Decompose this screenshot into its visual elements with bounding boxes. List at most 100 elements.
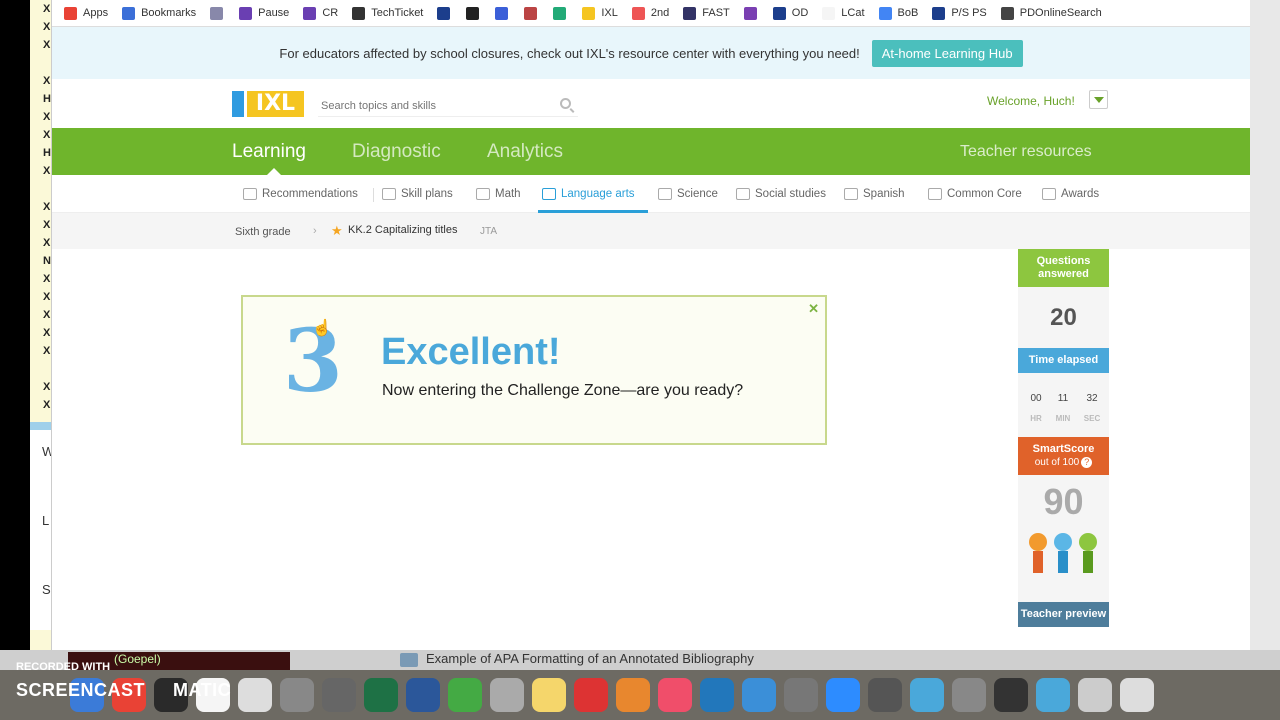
time-elapsed-label: Time elapsed xyxy=(1018,348,1109,373)
bg-char: X xyxy=(43,3,51,15)
doc-icon xyxy=(631,6,645,20)
subnav-recommendations[interactable]: Recommendations xyxy=(243,188,358,200)
lc-icon xyxy=(822,6,836,20)
bg-char: X xyxy=(43,165,51,177)
search-icon[interactable] xyxy=(560,98,571,109)
bg-side-letter: L xyxy=(42,513,50,528)
bookmark-label: 2nd xyxy=(650,7,670,19)
logo-bar xyxy=(232,91,244,117)
dock-app-icon[interactable] xyxy=(532,678,566,712)
blue-ribbon-icon xyxy=(1054,533,1072,573)
timer-hours: 00 xyxy=(1030,393,1042,404)
dock-app-icon[interactable] xyxy=(364,678,398,712)
science-icon xyxy=(658,188,672,200)
bookmark-6[interactable] xyxy=(437,6,456,20)
subnav-label: Recommendations xyxy=(262,188,358,200)
teacher-preview-button[interactable]: Teacher preview xyxy=(1018,602,1109,627)
bookmark-13[interactable]: FAST xyxy=(683,6,730,20)
subnav-math[interactable]: Math xyxy=(476,188,521,200)
dock-app-icon[interactable] xyxy=(490,678,524,712)
dock-app-icon[interactable] xyxy=(910,678,944,712)
close-icon[interactable]: ✕ xyxy=(808,301,819,317)
welcome-text[interactable]: Welcome, Huch! xyxy=(987,94,1075,108)
brand-suffix: MATIC xyxy=(173,680,232,700)
nav-learning[interactable]: Learning xyxy=(232,141,306,163)
bg-char: X xyxy=(43,21,51,33)
dock-app-icon[interactable] xyxy=(238,678,272,712)
bookmark-15[interactable]: OD xyxy=(772,6,808,20)
nav-analytics[interactable]: Analytics xyxy=(487,141,563,163)
bookmark-12[interactable]: 2nd xyxy=(631,6,670,20)
dock-app-icon[interactable] xyxy=(574,678,608,712)
bg-char: X xyxy=(43,291,51,303)
bookmark-8[interactable] xyxy=(495,6,514,20)
dock-app-icon[interactable] xyxy=(616,678,650,712)
bookmark-label: FAST xyxy=(702,7,730,19)
breadcrumb-grade[interactable]: Sixth grade xyxy=(235,226,291,238)
subnav-spanish[interactable]: Spanish xyxy=(844,188,905,200)
bookmark-0[interactable]: Apps xyxy=(64,6,108,20)
bookmark-label: P/S PS xyxy=(951,7,987,19)
dock-app-icon[interactable] xyxy=(952,678,986,712)
bookmark-2[interactable] xyxy=(210,6,229,20)
dock-app-icon[interactable] xyxy=(700,678,734,712)
bg-char: X xyxy=(43,237,51,249)
dock-app-icon[interactable] xyxy=(448,678,482,712)
bg-divider xyxy=(30,422,51,430)
help-icon[interactable]: ? xyxy=(1081,457,1093,468)
bookmark-9[interactable] xyxy=(524,6,543,20)
bg-char: X xyxy=(43,327,51,339)
dock-app-icon[interactable] xyxy=(1036,678,1070,712)
account-dropdown-icon[interactable] xyxy=(1089,90,1108,109)
subnav-skill-plans[interactable]: Skill plans xyxy=(382,188,453,200)
search-input[interactable] xyxy=(318,95,578,117)
right-edge xyxy=(1250,0,1280,660)
bookmark-5[interactable]: TechTicket xyxy=(352,6,423,20)
microscope-icon xyxy=(210,6,224,20)
dock-app-icon[interactable] xyxy=(742,678,776,712)
dock-app-icon[interactable] xyxy=(1078,678,1112,712)
ixl-logo[interactable]: IXL xyxy=(232,91,304,117)
dock-app-icon[interactable] xyxy=(406,678,440,712)
subnav-common-core[interactable]: Common Core xyxy=(928,188,1022,200)
dock-app-icon[interactable] xyxy=(280,678,314,712)
bookmark-19[interactable]: PDOnlineSearch xyxy=(1000,6,1102,20)
p-icon xyxy=(932,6,946,20)
subnav-language-arts[interactable]: Language arts xyxy=(542,188,635,200)
dock-app-icon[interactable] xyxy=(784,678,818,712)
bookmark-10[interactable] xyxy=(553,6,572,20)
recommendations-icon xyxy=(243,188,257,200)
bookmark-1[interactable]: Bookmarks xyxy=(122,6,196,20)
apa-document-tab[interactable]: Example of APA Formatting of an Annotate… xyxy=(426,651,754,666)
bookmark-3[interactable]: Pause xyxy=(239,6,289,20)
bookmarks-bar: Apps Bookmarks Pause CR TechTicket IXL 2nd FAST… xyxy=(52,0,1250,27)
dock-app-icon[interactable] xyxy=(322,678,356,712)
bookmark-17[interactable]: BoB xyxy=(878,6,918,20)
nav-teacher-resources[interactable]: Teacher resources xyxy=(960,143,1092,161)
nav-diagnostic[interactable]: Diagnostic xyxy=(352,141,441,163)
smartscore-label[interactable]: SmartScore out of 100? xyxy=(1018,437,1109,475)
smartscore-value: 90 xyxy=(1043,481,1084,522)
dock-app-icon[interactable] xyxy=(868,678,902,712)
subnav-label: Spanish xyxy=(863,188,905,200)
learning-hub-button[interactable]: At-home Learning Hub xyxy=(871,39,1023,67)
dock-app-icon[interactable] xyxy=(1120,678,1154,712)
subnav-science[interactable]: Science xyxy=(658,188,718,200)
bg-char xyxy=(30,54,51,72)
bookmark-14[interactable] xyxy=(743,6,763,20)
dock-app-icon[interactable] xyxy=(658,678,692,712)
dock-app-icon[interactable] xyxy=(826,678,860,712)
bookmark-4[interactable]: CR xyxy=(303,6,339,20)
logo-text: IXL xyxy=(247,91,304,117)
smartscore-box: 90 xyxy=(1018,475,1109,602)
bookmark-7[interactable] xyxy=(466,6,485,20)
subnav-awards[interactable]: Awards xyxy=(1042,188,1099,200)
bookmark-18[interactable]: P/S PS xyxy=(932,6,987,20)
bookmark-11[interactable]: IXL xyxy=(582,6,618,20)
bookmark-label: CR xyxy=(322,7,339,19)
active-nav-caret xyxy=(267,168,281,175)
dock-app-icon[interactable] xyxy=(994,678,1028,712)
bookmark-16[interactable]: LCat xyxy=(822,6,865,20)
chevron-right-icon: › xyxy=(313,225,317,237)
subnav-social-studies[interactable]: Social studies xyxy=(736,188,826,200)
